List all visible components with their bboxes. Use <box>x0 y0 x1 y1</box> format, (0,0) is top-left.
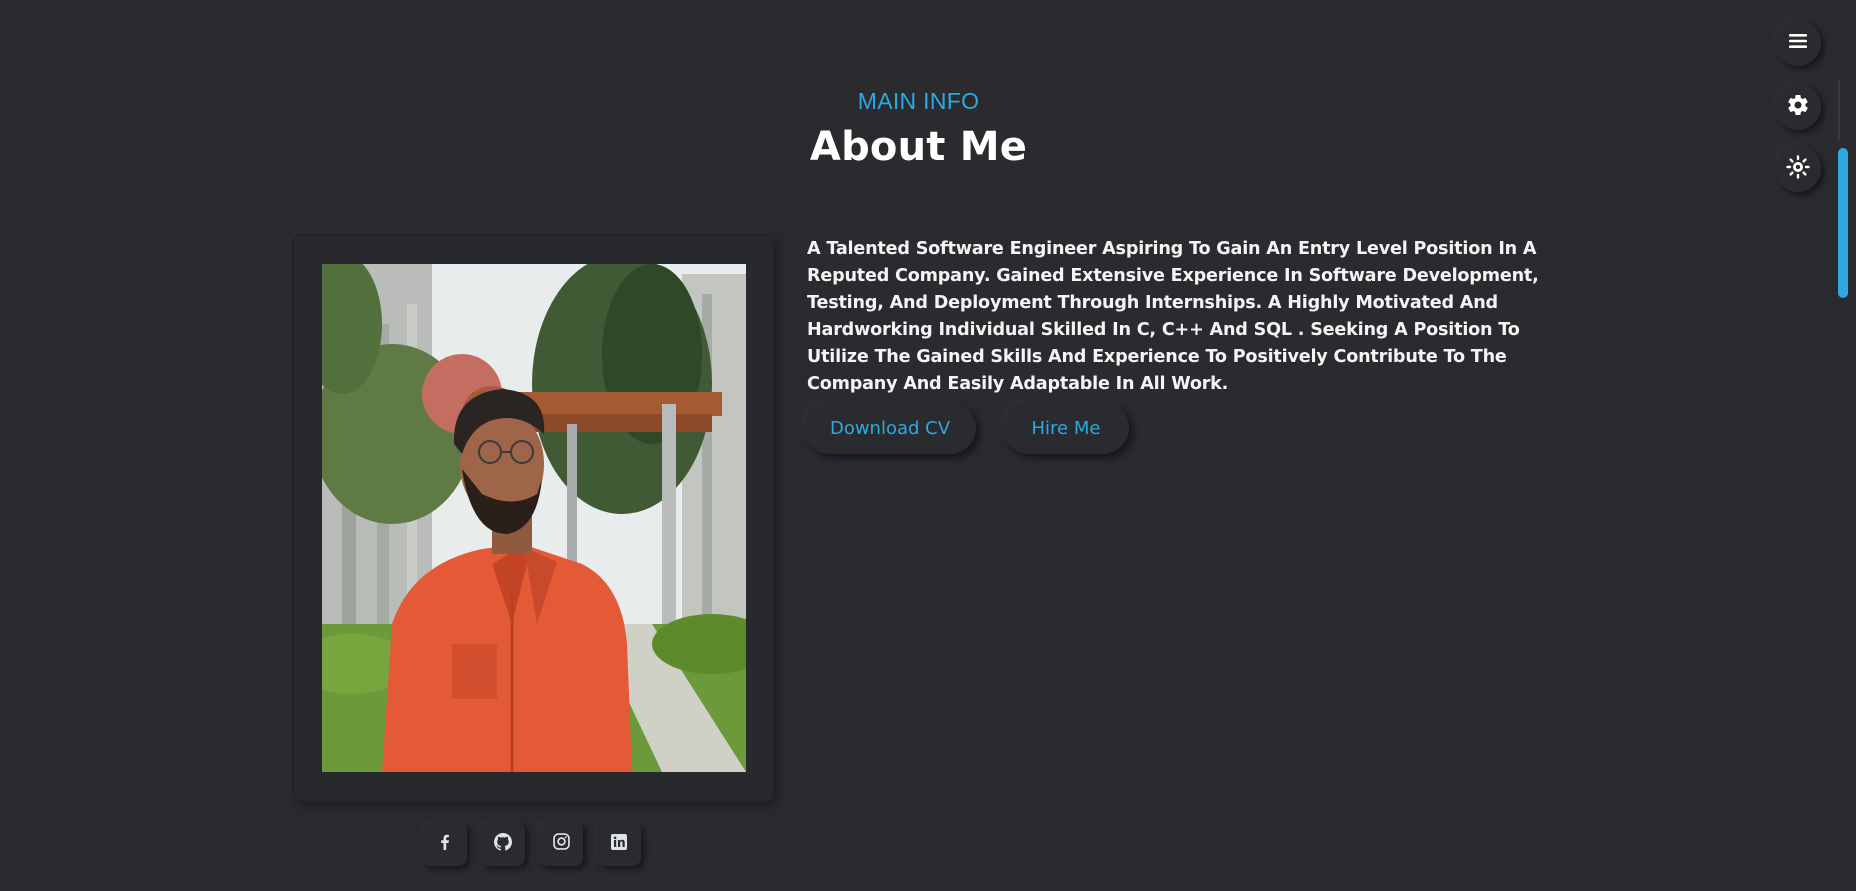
linkedin-icon <box>611 833 627 855</box>
scrollbar-thumb[interactable] <box>1838 148 1848 298</box>
linkedin-link[interactable] <box>597 822 641 866</box>
section-kicker: MAIN INFO <box>857 88 980 114</box>
profile-photo <box>322 264 746 772</box>
bio-text: A Talented Software Engineer Aspiring To… <box>807 239 1539 394</box>
github-link[interactable] <box>481 822 525 866</box>
profile-photo-frame <box>294 236 772 800</box>
facebook-icon <box>437 834 453 855</box>
instagram-icon <box>552 833 570 855</box>
menu-button[interactable] <box>1775 20 1821 66</box>
sun-icon <box>1786 154 1810 184</box>
download-cv-button[interactable]: Download CV <box>804 402 976 454</box>
github-icon <box>494 832 512 856</box>
gear-icon <box>1786 93 1810 122</box>
scrollbar-edge <box>1838 80 1840 140</box>
menu-icon <box>1788 32 1808 55</box>
hire-me-button[interactable]: Hire Me <box>1003 402 1129 454</box>
page-title: About Me <box>809 124 1028 170</box>
social-links <box>423 822 641 866</box>
instagram-link[interactable] <box>539 822 583 866</box>
about-page: MAIN INFO About Me A Talented Software E… <box>0 0 1856 891</box>
settings-button[interactable] <box>1775 84 1821 130</box>
facebook-link[interactable] <box>423 822 467 866</box>
theme-toggle-button[interactable] <box>1775 146 1821 192</box>
